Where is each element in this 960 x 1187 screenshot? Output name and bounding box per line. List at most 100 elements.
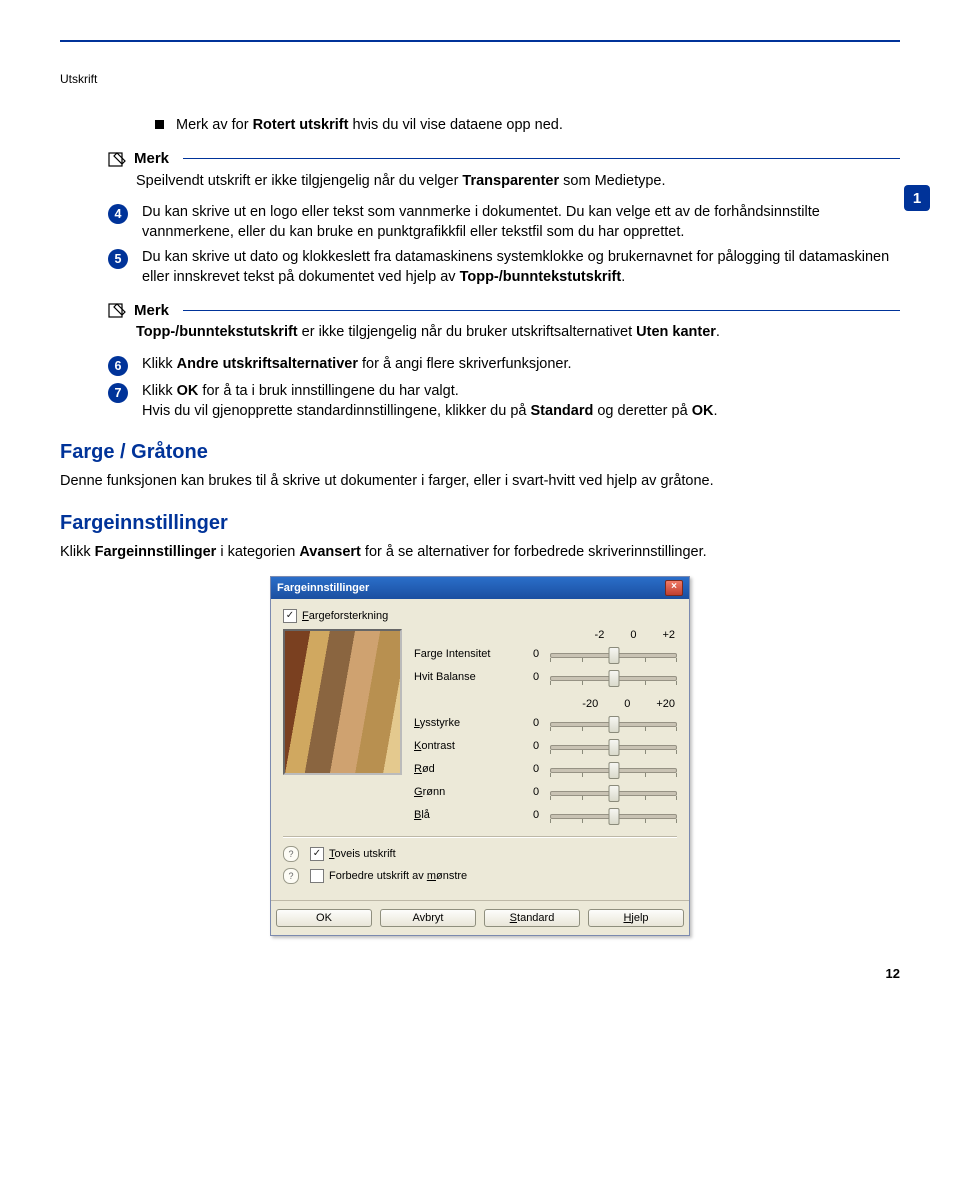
label-forbedre-monstre: Forbedre utskrift av mønstre [329, 870, 467, 882]
dialog-titlebar[interactable]: Fargeinnstillinger × [271, 577, 689, 599]
avbryt-button[interactable]: Avbryt [380, 909, 476, 927]
slider-kontrast[interactable] [550, 737, 677, 755]
top-rule [60, 40, 900, 42]
checkbox-fargeforsterkning[interactable]: ✓ [283, 609, 297, 623]
note-pencil-icon [108, 150, 128, 168]
note-pencil-icon [108, 301, 128, 319]
scale-zero-2: 0 [624, 698, 630, 710]
label-rod: Rød [414, 763, 522, 775]
top-scale-labels: -2 0 +2 [414, 629, 677, 641]
value-kontrast: 0 [522, 740, 550, 752]
label-farge-intensitet: Farge Intensitet [414, 648, 522, 660]
note1-bold: Transparenter [462, 173, 559, 189]
scale-zero: 0 [630, 629, 636, 641]
standard-button[interactable]: Standard [484, 909, 580, 927]
step-6: 6 Klikk Andre utskriftsalternativer for … [108, 355, 900, 376]
help-icon[interactable]: ? [283, 846, 299, 862]
step-7: 7 Klikk OK for å ta i bruk innstillingen… [108, 382, 900, 421]
separator [283, 836, 677, 838]
note2-mid: er ikke tilgjengelig når du bruker utskr… [298, 324, 637, 340]
step-number-6: 6 [108, 356, 128, 376]
para-fargeinnst: Klikk Fargeinnstillinger i kategorien Av… [60, 543, 900, 563]
value-farge-intensitet: 0 [522, 648, 550, 660]
step-number-7: 7 [108, 383, 128, 403]
pf-after: for å se alternativer for forbedrede skr… [361, 544, 707, 560]
step6-before: Klikk [142, 356, 177, 372]
note2-bold2: Uten kanter [636, 324, 716, 340]
pf-before: Klikk [60, 544, 95, 560]
slider-hvit-balanse[interactable] [550, 668, 677, 686]
label-lysstyrke: Lysstyrke [414, 717, 522, 729]
checkbox-toveis-utskrift[interactable]: ✓ [310, 847, 324, 861]
ok-button[interactable]: OK [276, 909, 372, 927]
section-label: Utskrift [60, 72, 900, 86]
note-label: Merk [134, 150, 169, 167]
label-bla: Blå [414, 809, 522, 821]
heading-fargeinnstillinger: Fargeinnstillinger [60, 512, 900, 535]
note-block-1: Merk Speilvendt utskrift er ikke tilgjen… [108, 150, 900, 192]
step7-l2-before: Hvis du vil gjenopprette standardinnstil… [142, 403, 531, 419]
step-4: 4 Du kan skrive ut en logo eller tekst s… [108, 203, 900, 242]
para-farge: Denne funksjonen kan brukes til å skrive… [60, 472, 900, 492]
value-bla: 0 [522, 809, 550, 821]
help-icon[interactable]: ? [283, 868, 299, 884]
note1-before: Speilvendt utskrift er ikke tilgjengelig… [136, 173, 462, 189]
value-gronn: 0 [522, 786, 550, 798]
scale-plus20: +20 [656, 698, 675, 710]
note-label: Merk [134, 302, 169, 319]
slider-lysstyrke[interactable] [550, 714, 677, 732]
step6-bold: Andre utskriftsalternativer [177, 356, 358, 372]
step4-text: Du kan skrive ut en logo eller tekst som… [142, 203, 900, 242]
preview-image [283, 629, 402, 775]
step7-l1-bold: OK [177, 383, 199, 399]
scale-minus2: -2 [595, 629, 605, 641]
step-number-5: 5 [108, 249, 128, 269]
pf-bold2: Avansert [299, 544, 361, 560]
step7-l1-after: for å ta i bruk innstillingene du har va… [198, 383, 458, 399]
dialog-title: Fargeinnstillinger [277, 582, 369, 594]
slider-bla[interactable] [550, 806, 677, 824]
page-number: 12 [60, 966, 900, 981]
pf-bold1: Fargeinnstillinger [95, 544, 217, 560]
slider-gronn[interactable] [550, 783, 677, 801]
close-button[interactable]: × [665, 580, 683, 596]
step6-after: for å angi flere skriverfunksjoner. [358, 356, 572, 372]
lower-scale-labels: -20 0 +20 [414, 698, 677, 710]
bullet-text-before: Merk av for [176, 117, 253, 133]
chapter-tab: 1 [904, 185, 930, 211]
note-block-2: Merk Topp-/bunntekstutskrift er ikke til… [108, 301, 900, 343]
note2-bold1: Topp-/bunntekstutskrift [136, 324, 298, 340]
value-rod: 0 [522, 763, 550, 775]
step-number-4: 4 [108, 204, 128, 224]
note-rule [183, 310, 900, 311]
note1-after: som Medietype. [559, 173, 665, 189]
slider-farge-intensitet[interactable] [550, 645, 677, 663]
label-hvit-balanse: Hvit Balanse [414, 671, 522, 683]
slider-rod[interactable] [550, 760, 677, 778]
bullet-text-after: hvis du vil vise dataene opp ned. [348, 117, 562, 133]
heading-farge-gratone: Farge / Gråtone [60, 441, 900, 464]
label-kontrast: Kontrast [414, 740, 522, 752]
step-5: 5 Du kan skrive ut dato og klokkeslett f… [108, 248, 900, 287]
note2-after: . [716, 324, 720, 340]
label-fargeforsterkning: Fargeforsterkning [302, 610, 388, 622]
fargeinnstillinger-dialog: Fargeinnstillinger × ✓ Fargeforsterkning… [270, 576, 690, 936]
pf-mid: i kategorien [216, 544, 299, 560]
step5-after: . [621, 269, 625, 285]
label-gronn: Grønn [414, 786, 522, 798]
step7-l2-bold1: Standard [531, 403, 594, 419]
note-rule [183, 158, 900, 159]
hjelp-button[interactable]: Hjelp [588, 909, 684, 927]
square-bullet-icon [155, 120, 164, 129]
step7-l1-before: Klikk [142, 383, 177, 399]
scale-plus2: +2 [662, 629, 675, 641]
rotated-print-bullet: Merk av for Rotert utskrift hvis du vil … [155, 116, 900, 136]
step7-l2-mid: og deretter på [593, 403, 691, 419]
checkbox-forbedre-monstre[interactable] [310, 869, 324, 883]
bullet-bold: Rotert utskrift [253, 117, 349, 133]
step7-l2-bold2: OK [692, 403, 714, 419]
value-hvit-balanse: 0 [522, 671, 550, 683]
step7-l2-after: . [713, 403, 717, 419]
label-toveis-utskrift: Toveis utskrift [329, 848, 396, 860]
step5-bold: Topp-/bunntekstutskrift [460, 269, 622, 285]
